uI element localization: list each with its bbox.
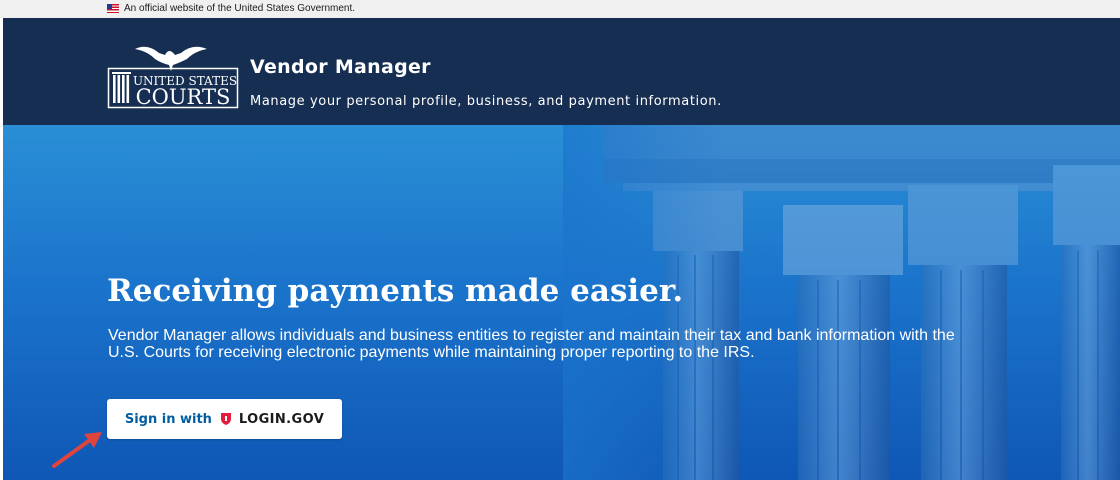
us-flag-icon	[107, 4, 119, 13]
hero-section: Receiving payments made easier. Vendor M…	[3, 125, 1120, 480]
sign-in-login-gov-button[interactable]: Sign in with LOGIN.GOV	[107, 399, 342, 439]
site-header: UNITED STATES COURTS Vendor Manager Mana…	[3, 18, 1120, 125]
gov-banner-text: An official website of the United States…	[124, 3, 356, 14]
us-courts-logo[interactable]: UNITED STATES COURTS	[107, 41, 239, 109]
sign-in-label: Sign in with	[124, 411, 212, 427]
gov-banner: An official website of the United States…	[0, 0, 1120, 18]
app-subtitle: Manage your personal profile, business, …	[250, 94, 722, 109]
annotation-arrow-icon	[52, 432, 102, 468]
hero-description: Vendor Manager allows individuals and bu…	[108, 327, 955, 361]
login-gov-brand: LOGIN.GOV	[238, 411, 325, 427]
hero-headline: Receiving payments made easier.	[107, 273, 684, 309]
svg-text:COURTS: COURTS	[136, 85, 231, 109]
app-title: Vendor Manager	[250, 56, 431, 78]
login-gov-shield-icon	[220, 413, 231, 425]
